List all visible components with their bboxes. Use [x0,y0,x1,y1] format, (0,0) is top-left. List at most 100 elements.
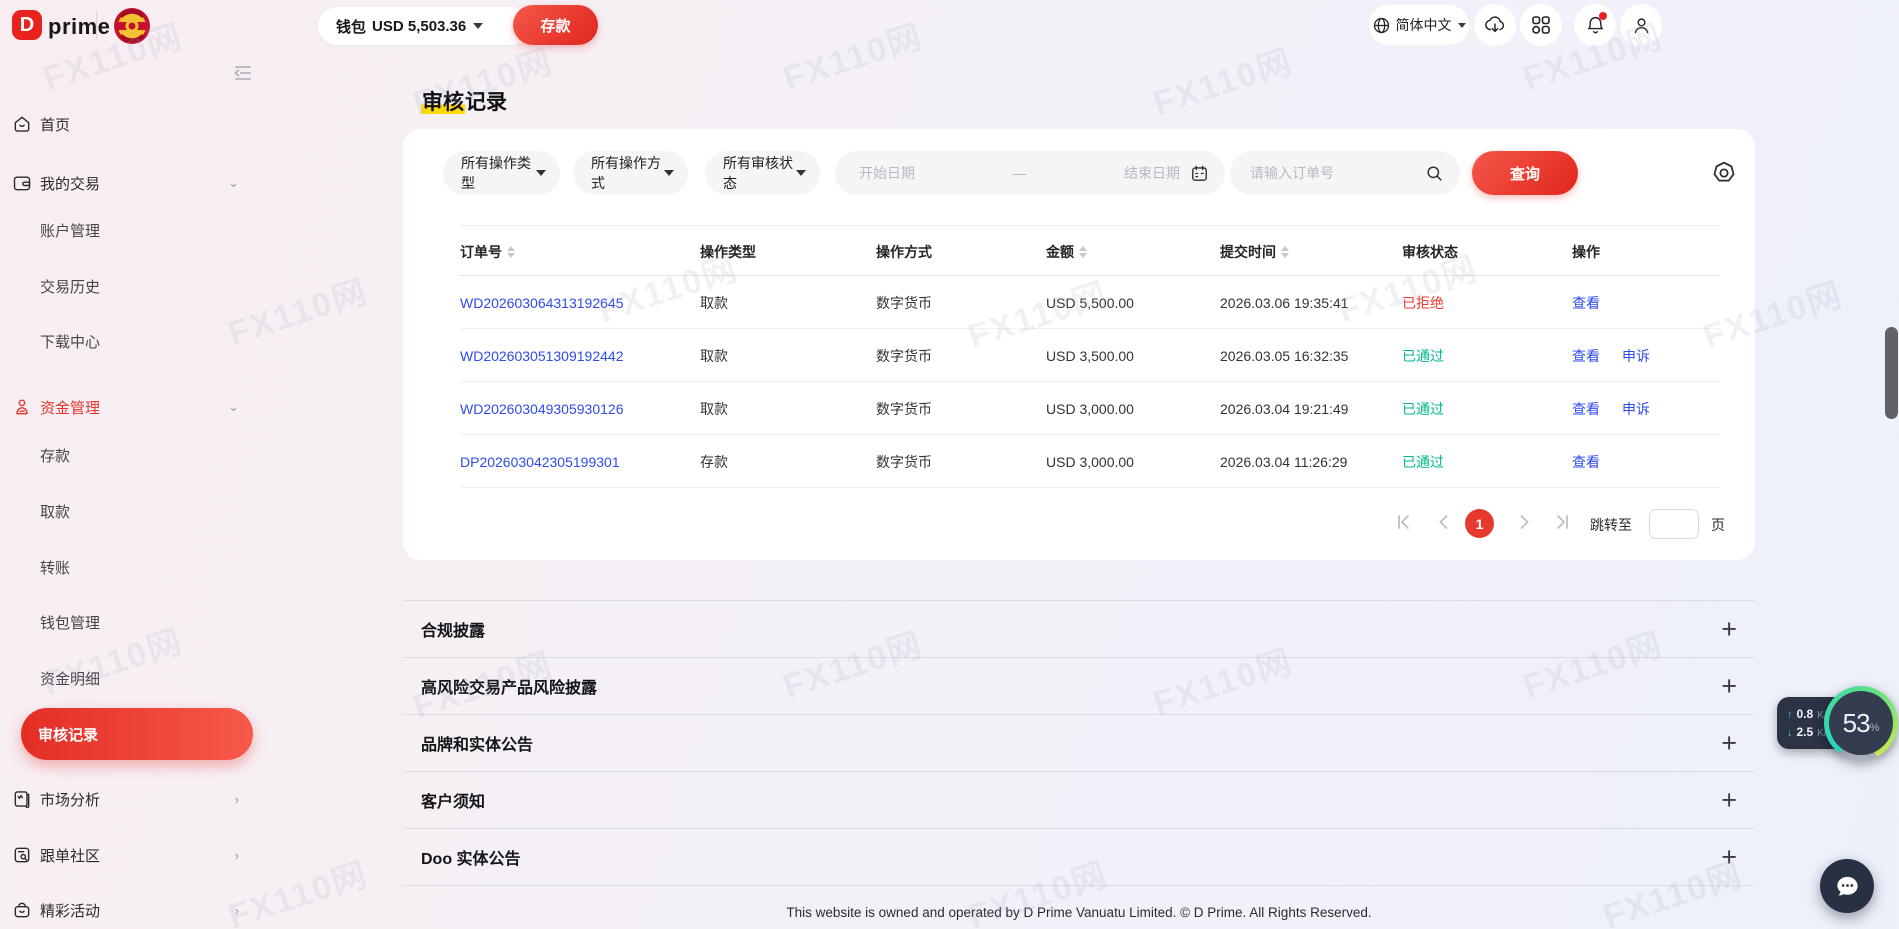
sidebar-item-market-analysis[interactable]: 市场分析 › [0,779,255,819]
order-no-link[interactable]: WD202603064313192645 [460,276,623,329]
user-icon [1631,15,1652,36]
settings-icon[interactable] [1711,160,1737,186]
scrollbar-thumb[interactable] [1885,327,1898,419]
brand-logo-text[interactable]: prime [48,14,110,40]
sort-icon[interactable] [1079,246,1087,258]
sidebar-label: 取款 [40,501,70,522]
filter-label: 所有审核状态 [723,153,796,193]
jump-to-label: 跳转至 [1590,515,1632,535]
last-page-icon[interactable] [1553,513,1571,531]
pagination: 1 跳转至 页 [403,509,1755,541]
disclosures-accordion: 合规披露 + 高风险交易产品风险披露 + 品牌和实体公告 + 客户须知 + Do… [403,600,1755,886]
appeal-link[interactable]: 申诉 [1622,399,1650,419]
sidebar-item-copy-trading[interactable]: 跟单社区 › [0,835,255,875]
sort-icon[interactable] [507,246,515,258]
sidebar-item-fund-details[interactable]: 资金明细 [0,658,255,698]
first-page-icon[interactable] [1395,513,1413,531]
column-submit-time: 提交时间 [1220,226,1289,277]
sidebar-item-my-trades[interactable]: 我的交易 ⌄ [0,163,255,203]
sidebar-label: 存款 [40,445,70,466]
order-number-input[interactable] [1250,165,1410,181]
search-icon[interactable] [1425,164,1444,183]
percent-value: 53 [1843,708,1870,739]
sidebar-item-wallet-management[interactable]: 钱包管理 [0,602,255,642]
end-date-field[interactable]: 结束日期 [1124,163,1180,183]
accordion-doo-entity-notice[interactable]: Doo 实体公告 + [403,829,1755,886]
order-no-link[interactable]: WD202603049305930126 [460,382,623,435]
page-title: 审核记录 [421,86,507,116]
jump-page-input[interactable] [1649,509,1699,539]
notifications-button[interactable] [1574,4,1616,46]
view-link[interactable]: 查看 [1572,399,1600,419]
sidebar-label: 跟单社区 [40,845,100,866]
sidebar-item-download-center[interactable]: 下载中心 [0,321,255,361]
chat-button[interactable] [1820,859,1874,913]
status-badge: 已通过 [1402,382,1444,435]
plus-icon[interactable]: + [1721,616,1737,643]
sidebar-item-audit-records-active[interactable]: 审核记录 [21,708,253,760]
upload-speed-value: 0.8 [1797,707,1814,721]
profile-button[interactable] [1620,4,1662,46]
order-no-link[interactable]: DP202603042305199301 [460,435,620,488]
download-button[interactable] [1474,4,1516,46]
sidebar-item-withdraw[interactable]: 取款 [0,491,255,531]
filter-operation-method-select[interactable]: 所有操作方式 [573,151,688,195]
plus-icon[interactable]: + [1721,787,1737,814]
query-button[interactable]: 查询 [1472,151,1578,195]
view-link[interactable]: 查看 [1572,346,1600,366]
sidebar-item-account-management[interactable]: 账户管理 [0,210,255,250]
footer-copyright: This website is owned and operated by D … [403,905,1755,920]
start-date-field[interactable]: 开始日期 [859,163,915,183]
amount-cell: USD 5,500.00 [1046,276,1134,329]
download-speed-value: 2.5 [1797,725,1814,739]
view-link[interactable]: 查看 [1572,293,1600,313]
sidebar-item-promotions[interactable]: 精彩活动 › [0,890,255,929]
percent-gauge-widget[interactable]: 53% [1824,686,1898,760]
sidebar-label: 交易历史 [40,276,100,297]
column-audit-status: 审核状态 [1402,226,1458,277]
accordion-compliance-disclosure[interactable]: 合规披露 + [403,601,1755,658]
apps-menu-button[interactable] [1520,4,1562,46]
column-order-no: 订单号 [460,226,515,277]
date-range-picker[interactable]: 开始日期 — 结束日期 [835,151,1225,195]
actions-cell: 查看 [1572,435,1622,488]
column-label: 审核状态 [1402,242,1458,262]
download-arrow-icon: ↓ [1787,727,1793,739]
accordion-high-risk-disclosure[interactable]: 高风险交易产品风险披露 + [403,658,1755,715]
op-method-cell: 数字货币 [876,382,932,435]
chevron-down-icon [1458,23,1466,28]
accordion-client-notice[interactable]: 客户须知 + [403,772,1755,829]
page-number-current[interactable]: 1 [1465,509,1494,538]
plus-icon[interactable]: + [1721,730,1737,757]
filter-operation-type-select[interactable]: 所有操作类型 [443,151,560,195]
brand-logo-mark[interactable]: D [12,10,42,40]
amount-cell: USD 3,000.00 [1046,435,1134,488]
sidebar-item-home[interactable]: 首页 [0,104,255,144]
sidebar-item-funds-management[interactable]: 资金管理 ⌄ [0,387,255,427]
column-label: 订单号 [460,242,502,262]
appeal-link[interactable]: 申诉 [1622,346,1650,366]
sidebar-item-trade-history[interactable]: 交易历史 [0,266,255,306]
view-link[interactable]: 查看 [1572,452,1600,472]
plus-icon[interactable]: + [1721,844,1737,871]
wallet-selector[interactable]: 钱包 USD 5,503.36 [318,7,530,45]
order-no-link[interactable]: WD202603051309192442 [460,329,623,382]
calendar-icon[interactable] [1190,164,1209,183]
sidebar-item-transfer[interactable]: 转账 [0,547,255,587]
status-badge: 已拒绝 [1402,276,1444,329]
sidebar-item-deposit[interactable]: 存款 [0,435,255,475]
deposit-button[interactable]: 存款 [513,5,598,45]
sidebar-collapse-icon[interactable] [232,62,254,84]
next-page-icon[interactable] [1515,513,1533,531]
filter-audit-status-select[interactable]: 所有审核状态 [705,151,820,195]
accordion-brand-entity-notice[interactable]: 品牌和实体公告 + [403,715,1755,772]
plus-icon[interactable]: + [1721,673,1737,700]
wallet-amount: USD 5,503.36 [372,18,466,35]
apps-grid-icon [1531,15,1551,35]
language-selector[interactable]: 简体中文 [1369,5,1469,45]
prev-page-icon[interactable] [1435,513,1453,531]
sidebar-label: 首页 [40,114,70,135]
actions-cell: 查看 申诉 [1572,382,1650,435]
sort-icon[interactable] [1281,246,1289,258]
gift-basket-icon [12,900,32,920]
